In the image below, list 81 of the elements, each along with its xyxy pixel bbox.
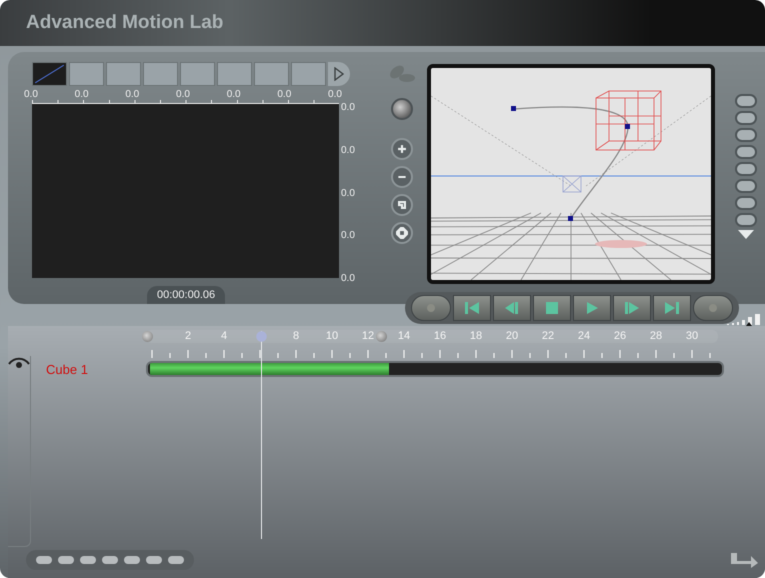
minus-icon xyxy=(397,176,407,178)
track-name[interactable]: Cube 1 xyxy=(46,362,146,376)
knob-button[interactable] xyxy=(391,98,413,120)
page-button[interactable] xyxy=(146,556,162,564)
slot-button[interactable] xyxy=(735,162,757,176)
keyframe-thumbnail[interactable] xyxy=(254,62,289,86)
step-forward-button[interactable] xyxy=(613,295,651,321)
page-button[interactable] xyxy=(80,556,96,564)
keyframe-thumbnail[interactable] xyxy=(106,62,141,86)
ruler-label: 0.0 xyxy=(74,89,89,100)
ruler-label: 0.0 xyxy=(340,273,355,284)
frame-label: 10 xyxy=(325,330,339,342)
keyframe-thumbnail[interactable] xyxy=(69,62,104,86)
down-triangle-icon[interactable] xyxy=(738,230,754,240)
ruler-label: 0.0 xyxy=(277,89,292,100)
first-button[interactable] xyxy=(453,295,491,321)
page-button[interactable] xyxy=(168,556,184,564)
ruler-label: 0.0 xyxy=(24,89,38,100)
frame-label: 16 xyxy=(433,330,447,342)
slot-button[interactable] xyxy=(735,145,757,159)
range-start-handle[interactable] xyxy=(142,331,153,342)
ruler-label: 0.0 xyxy=(125,89,140,100)
slot-button[interactable] xyxy=(735,213,757,227)
slot-button[interactable] xyxy=(735,128,757,142)
skip-end-icon xyxy=(662,300,682,316)
zoom-out-button[interactable] xyxy=(391,166,413,188)
frame-label: 12 xyxy=(361,330,375,342)
frame-label: 18 xyxy=(469,330,483,342)
stop-button[interactable] xyxy=(533,295,571,321)
keyframe-thumbnail[interactable] xyxy=(143,62,178,86)
frame-label: 30 xyxy=(685,330,699,342)
page-button[interactable] xyxy=(124,556,140,564)
ruler-label: 0.0 xyxy=(340,144,355,156)
keyframe-thumbnail[interactable] xyxy=(180,62,215,86)
window-title: Advanced Motion Lab xyxy=(26,12,224,34)
slot-button[interactable] xyxy=(735,179,757,193)
frame-label: 26 xyxy=(613,330,627,342)
keyframe-thumbnail[interactable] xyxy=(291,62,326,86)
frame-label: 2 xyxy=(184,330,192,342)
cube-wireframe xyxy=(596,90,662,150)
last-button[interactable] xyxy=(653,295,691,321)
next-button[interactable] xyxy=(328,62,350,86)
ruler-label: 0.0 xyxy=(340,102,355,113)
return-arrow-icon[interactable] xyxy=(729,552,759,568)
frame-label: 14 xyxy=(397,330,411,342)
frame-label: 22 xyxy=(541,330,555,342)
camera-target-icon xyxy=(562,176,582,192)
slot-button[interactable] xyxy=(735,94,757,108)
ruler-label: 0.0 xyxy=(340,230,355,242)
zoom-in-button[interactable] xyxy=(391,138,413,160)
shadow xyxy=(595,240,647,248)
step-back-button[interactable] xyxy=(493,295,531,321)
speed-slider-icon[interactable] xyxy=(727,312,761,326)
play-button[interactable] xyxy=(573,295,611,321)
frame-label: 28 xyxy=(649,330,663,342)
plus-icon xyxy=(397,144,407,154)
triangle-icon xyxy=(334,67,344,81)
frame-label: 8 xyxy=(292,330,300,342)
frame-button[interactable] xyxy=(391,194,413,216)
fit-button[interactable] xyxy=(391,222,413,244)
slot-button[interactable] xyxy=(735,111,757,125)
frame-label: 4 xyxy=(220,330,228,342)
eye-icon[interactable] xyxy=(8,357,30,369)
ruler-label: 0.0 xyxy=(226,89,241,100)
page-button[interactable] xyxy=(36,556,52,564)
skip-start-icon xyxy=(462,300,482,316)
frame-label: 20 xyxy=(505,330,519,342)
curve-icon xyxy=(33,63,66,85)
keyframe-thumbnail[interactable] xyxy=(217,62,252,86)
keyframe-thumbnail[interactable] xyxy=(32,62,67,86)
range-end-handle[interactable] xyxy=(376,331,387,342)
record-button[interactable] xyxy=(411,295,451,321)
ruler-label: 0.0 xyxy=(340,188,355,198)
slot-button[interactable] xyxy=(735,196,757,210)
page-button[interactable] xyxy=(58,556,74,564)
ruler-label: 0.0 xyxy=(328,89,342,100)
timecode-display: 00:00:00.06 xyxy=(147,286,226,304)
ruler-label: 0.0 xyxy=(176,89,190,100)
frame-icon xyxy=(398,201,406,209)
page-button[interactable] xyxy=(102,556,118,564)
frame-label: 24 xyxy=(577,330,591,342)
